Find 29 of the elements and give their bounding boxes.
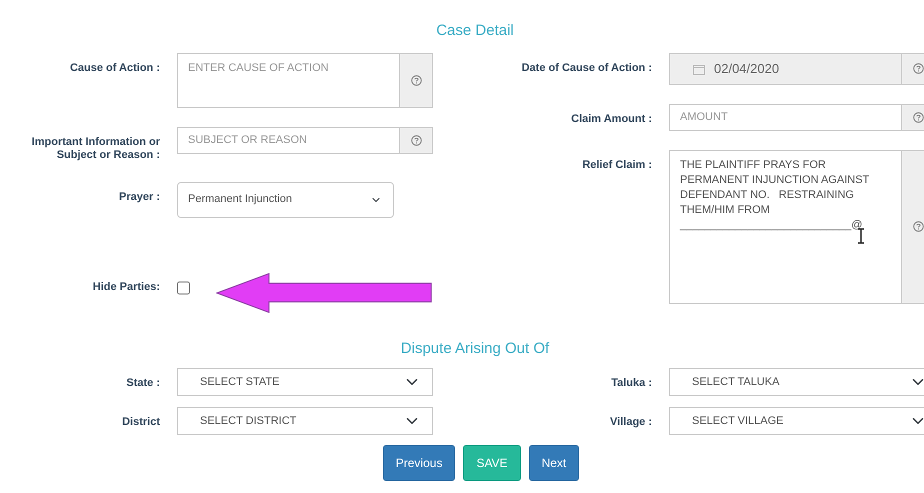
input-field[interactable]: SUBJECT OR REASON [177,126,400,154]
section-title: Case Detail [435,21,515,41]
section-title: Dispute Arising Out Of [400,338,550,358]
help-icon[interactable] [410,74,422,86]
field-label: Cause of Action : [68,60,160,74]
field-label: Hide Parties: [92,281,160,294]
field-label: Taluka : [610,376,652,391]
checkbox[interactable] [177,280,190,294]
select-field[interactable]: Permanent Injunction [177,182,394,218]
select-field[interactable]: SELECT STATE [177,368,433,396]
field-label: Relief Claim : [581,158,652,172]
help-icon[interactable] [410,134,422,146]
select-field[interactable]: SELECT VILLAGE [669,407,924,435]
help-icon[interactable] [912,112,924,122]
text-area[interactable]: THE PLAINTIFF PRAYS FOR PERMANENT INJUNCTION AGAINST DEFENDANT NO. RESTRAINING THEM/HIM FROM ____________________________@ [669,150,902,304]
input-field[interactable]: AMOUNT [669,104,902,130]
select-field[interactable]: SELECT DISTRICT [177,407,433,435]
field-label: Claim Amount : [570,112,652,126]
field-label: District [121,415,160,430]
field-label: Date of Cause of Action : [520,60,652,74]
field-label: Prayer : [118,190,160,204]
field-label: Village : [609,415,652,430]
form-button[interactable]: Previous [382,445,456,481]
field-label: State : [125,376,160,391]
help-icon[interactable] [912,221,924,232]
select-field[interactable]: SELECT TALUKA [669,368,924,396]
form-button[interactable]: Next [528,445,580,481]
field-label: Important Information or Subject or Reason : [30,134,160,162]
text-area[interactable]: ENTER CAUSE OF ACTION [177,52,400,108]
